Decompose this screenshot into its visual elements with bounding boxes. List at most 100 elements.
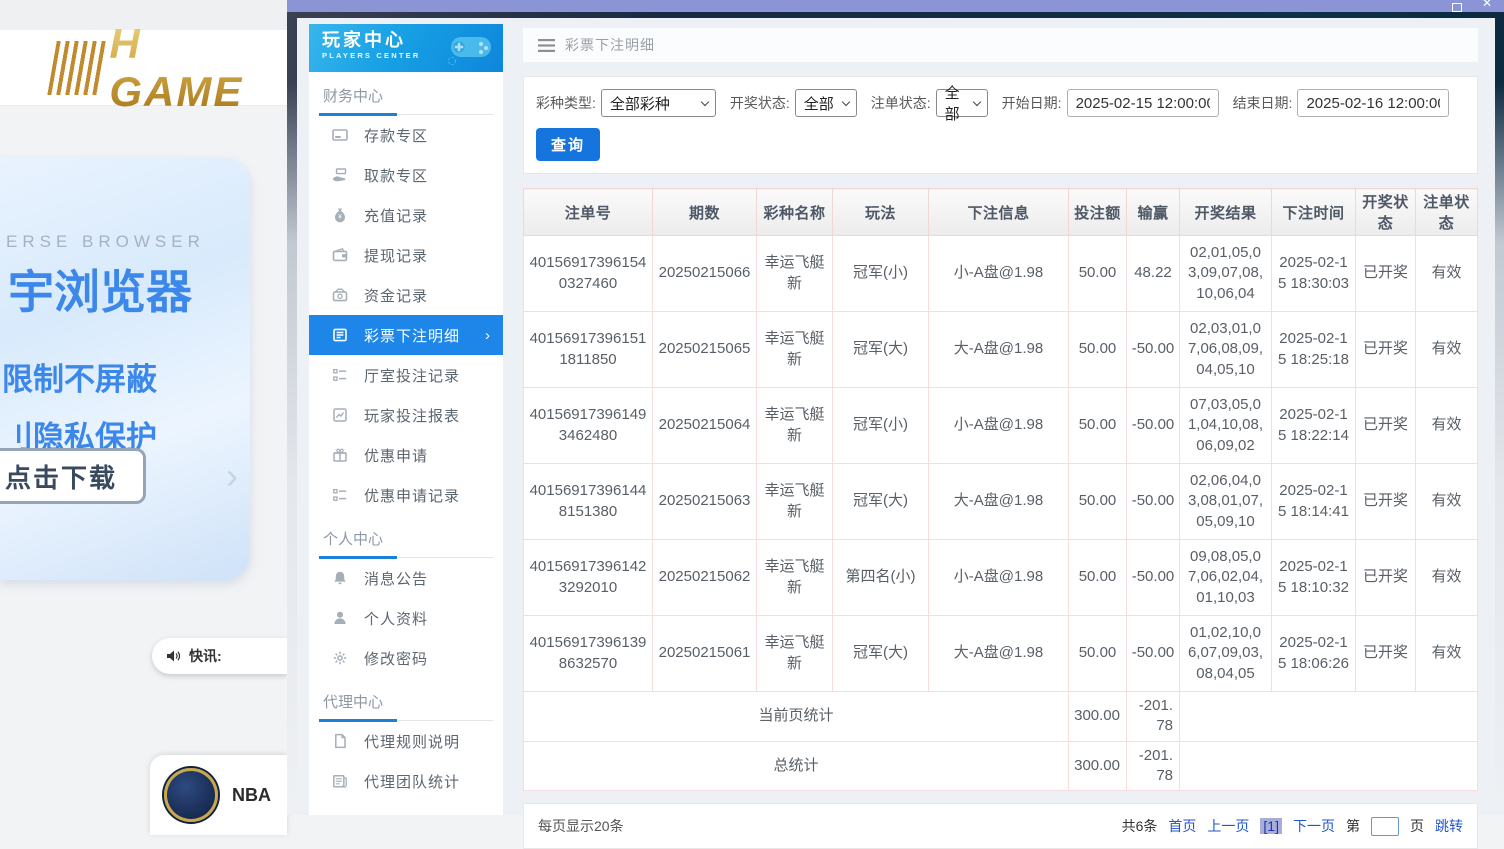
jump-page-input[interactable]: [1371, 817, 1399, 836]
summary-label: 当前页统计: [524, 692, 1069, 742]
query-button[interactable]: 查询: [536, 128, 600, 161]
deposit-card-icon: [332, 127, 348, 143]
sidebar-item-announcements[interactable]: 消息公告: [309, 558, 503, 598]
column-header-bet-amount: 投注额: [1069, 189, 1127, 236]
column-header-bet-time: 下注时间: [1272, 189, 1356, 236]
cell-issue-number: 20250215063: [653, 464, 757, 540]
cell-bet-time: 2025-02-15 18:30:03: [1272, 236, 1356, 312]
lottery-type-select[interactable]: 全部彩种: [601, 89, 716, 117]
window-frame-right-edge: [1495, 82, 1504, 815]
cell-bet-status: 有效: [1416, 464, 1478, 540]
column-header-bet-id: 注单号: [524, 189, 653, 236]
close-icon[interactable]: ✕: [1482, 0, 1492, 9]
column-header-lottery-name: 彩种名称: [757, 189, 833, 236]
chevron-right-icon: ›: [485, 327, 503, 344]
column-header-play-type: 玩法: [833, 189, 929, 236]
sidebar-item-agent-team-stats[interactable]: 代理团队统计: [309, 761, 503, 801]
sidebar-item-profile[interactable]: 个人资料: [309, 598, 503, 638]
cell-win-loss: -50.00: [1127, 388, 1180, 464]
cell-bet-info: 小-A盘@1.98: [929, 388, 1069, 464]
window-titlebar: ✕: [287, 0, 1504, 12]
sidebar-item-promo-application-records[interactable]: 优惠申请记录: [309, 475, 503, 515]
sidebar-item-recharge-records[interactable]: ¥充值记录: [309, 195, 503, 235]
bet-status-select[interactable]: 全部: [936, 89, 988, 117]
column-header-bet-info: 下注信息: [929, 189, 1069, 236]
bet-row: 40156917396142329201020250215062幸运飞艇新第四名…: [524, 540, 1478, 616]
main-content: 彩票下注明细 彩种类型: 全部彩种 开奖状态: 全部 注单状态:: [523, 28, 1478, 815]
funds-icon: [332, 287, 348, 303]
sidebar-item-withdraw-zone[interactable]: 取款专区: [309, 155, 503, 195]
sidebar-item-label: 代理规则说明: [364, 731, 460, 752]
cell-draw-result: 07,03,05,01,04,10,08,06,09,02: [1180, 388, 1272, 464]
current-page-summary-row: 当前页统计 300.00 -201.78: [524, 692, 1478, 742]
cell-draw-status: 已开奖: [1356, 540, 1416, 616]
cell-bet-amount: 50.00: [1069, 464, 1127, 540]
sidebar-header: 玩家中心 PLAYERS CENTER: [309, 24, 503, 72]
draw-status-select[interactable]: 全部: [795, 89, 857, 117]
cell-draw-status: 已开奖: [1356, 388, 1416, 464]
sidebar-item-withdrawal-records[interactable]: 提现记录: [309, 235, 503, 275]
news-ticker: 快讯:: [152, 638, 287, 674]
bets-table-body: 40156917396154032746020250215066幸运飞艇新冠军(…: [524, 236, 1478, 692]
column-header-win-loss: 输赢: [1127, 189, 1180, 236]
start-date-input[interactable]: [1067, 89, 1219, 117]
sidebar-item-label: 代理团队统计: [364, 771, 460, 792]
menu-toggle-icon[interactable]: [538, 39, 555, 52]
player-center-window: ✕ 玩家中心 PLAYERS CENTER 财务中心存款专区取款专区¥充值记录提…: [287, 0, 1504, 815]
jump-prefix-label: 第: [1346, 816, 1360, 836]
sidebar-item-player-bet-report[interactable]: 玩家投注报表: [309, 395, 503, 435]
nba-team-logo: [164, 768, 218, 822]
column-header-draw-result: 开奖结果: [1180, 189, 1272, 236]
wallet-icon: [332, 247, 348, 263]
sidebar-item-deposit-zone[interactable]: 存款专区: [309, 115, 503, 155]
maximize-icon[interactable]: [1452, 3, 1462, 12]
sidebar-item-agent-rules[interactable]: 代理规则说明: [309, 721, 503, 761]
current-page-badge[interactable]: [1]: [1260, 818, 1282, 834]
sidebar-item-hall-bet-records[interactable]: 厅室投注记录: [309, 355, 503, 395]
end-date-input[interactable]: [1297, 89, 1449, 117]
column-header-issue-number: 期数: [653, 189, 757, 236]
sidebar-section-title: 财务中心: [319, 85, 493, 115]
sidebar-item-change-password[interactable]: 修改密码: [309, 638, 503, 678]
sidebar-section-title: 代理中心: [319, 691, 493, 721]
cell-bet-time: 2025-02-15 18:06:26: [1272, 616, 1356, 692]
cell-bet-status: 有效: [1416, 312, 1478, 388]
cell-bet-amount: 50.00: [1069, 236, 1127, 312]
sidebar-item-promo-application[interactable]: 优惠申请: [309, 435, 503, 475]
window-frame-left-edge: [287, 82, 297, 815]
summary-label: 总统计: [524, 741, 1069, 791]
prev-page-link[interactable]: 上一页: [1207, 816, 1249, 836]
summary-empty: [1180, 692, 1478, 742]
sidebar-item-label: 资金记录: [364, 285, 428, 306]
cell-issue-number: 20250215064: [653, 388, 757, 464]
cell-play-type: 冠军(大): [833, 616, 929, 692]
jump-button[interactable]: 跳转: [1435, 816, 1463, 836]
end-date-label: 结束日期:: [1233, 93, 1293, 113]
site-header: H GAME: [0, 30, 287, 106]
hall-record-icon: [332, 367, 348, 383]
pagination-bar: 每页显示20条 共6条 首页 上一页 [1] 下一页 第 页 跳转: [523, 803, 1478, 849]
chevron-down-icon: [842, 98, 850, 106]
first-page-link[interactable]: 首页: [1168, 816, 1196, 836]
player-center-panel: 玩家中心 PLAYERS CENTER 财务中心存款专区取款专区¥充值记录提现记…: [297, 18, 1495, 815]
page-header: 彩票下注明细: [523, 28, 1478, 62]
cell-bet-id: 401569173961448151380: [524, 464, 653, 540]
cell-lottery-name: 幸运飞艇新: [757, 464, 833, 540]
bell-icon: [332, 570, 348, 586]
cell-bet-status: 有效: [1416, 388, 1478, 464]
chevron-right-icon: ›: [226, 458, 238, 494]
promo-title: 宇浏览器: [0, 256, 250, 322]
jump-suffix-label: 页: [1410, 816, 1424, 836]
cell-bet-time: 2025-02-15 18:22:14: [1272, 388, 1356, 464]
pager: 共6条 首页 上一页 [1] 下一页 第 页 跳转: [1111, 816, 1463, 836]
next-page-link[interactable]: 下一页: [1293, 816, 1335, 836]
sidebar-item-lottery-bet-details[interactable]: 彩票下注明细›: [309, 315, 503, 355]
sidebar-item-label: 厅室投注记录: [364, 365, 460, 386]
download-button[interactable]: 点击下载: [0, 448, 146, 504]
cell-draw-status: 已开奖: [1356, 312, 1416, 388]
sidebar-item-funds-records[interactable]: 资金记录: [309, 275, 503, 315]
promo-record-icon: [332, 487, 348, 503]
cell-play-type: 冠军(小): [833, 236, 929, 312]
svg-text:¥: ¥: [338, 214, 342, 221]
bets-table: 注单号期数彩种名称玩法下注信息投注额输赢开奖结果下注时间开奖状态注单状态 401…: [523, 188, 1478, 791]
